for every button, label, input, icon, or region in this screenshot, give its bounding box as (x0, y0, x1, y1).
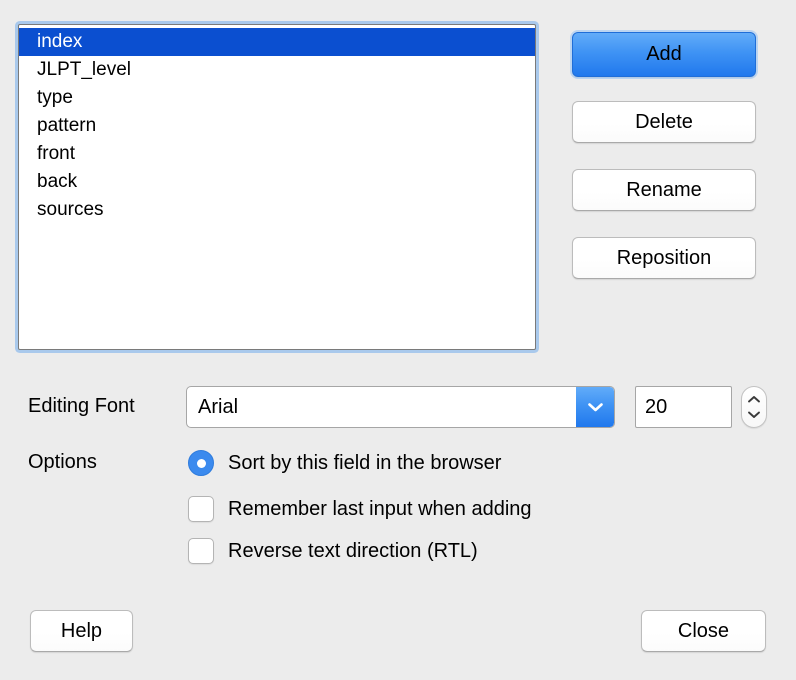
option-sort-by-field[interactable]: Sort by this field in the browser (188, 450, 501, 476)
checkbox-remember-last-input[interactable] (188, 496, 214, 522)
list-item[interactable]: JLPT_level (19, 56, 535, 84)
field-list[interactable]: index JLPT_level type pattern front back… (18, 24, 536, 350)
close-button[interactable]: Close (641, 610, 766, 652)
font-size-stepper[interactable] (741, 386, 767, 428)
list-item[interactable]: back (19, 168, 535, 196)
options-label: Options (28, 451, 97, 473)
chevron-down-icon[interactable] (576, 387, 614, 427)
option-label: Sort by this field in the browser (228, 451, 502, 474)
list-item[interactable]: pattern (19, 112, 535, 140)
delete-button[interactable]: Delete (572, 101, 756, 143)
list-item[interactable]: front (19, 140, 535, 168)
add-button[interactable]: Add (572, 32, 756, 77)
font-size-value: 20 (645, 395, 668, 418)
chevron-down-icon (748, 411, 760, 418)
radio-sort-by-field[interactable] (188, 450, 214, 476)
help-button[interactable]: Help (30, 610, 133, 652)
option-remember-last-input[interactable]: Remember last input when adding (188, 496, 532, 522)
option-label: Reverse text direction (RTL) (228, 539, 478, 562)
font-size-field[interactable]: 20 (635, 386, 732, 428)
chevron-up-icon (748, 396, 760, 403)
font-family-value: Arial (198, 395, 239, 418)
option-label: Remember last input when adding (228, 497, 532, 520)
checkbox-reverse-text-direction[interactable] (188, 538, 214, 564)
field-list-items: index JLPT_level type pattern front back… (19, 25, 535, 224)
radio-dot (196, 458, 206, 468)
list-item[interactable]: sources (19, 196, 535, 224)
rename-button[interactable]: Rename (572, 169, 756, 211)
list-item[interactable]: type (19, 84, 535, 112)
option-reverse-text-direction[interactable]: Reverse text direction (RTL) (188, 538, 478, 564)
editing-font-label: Editing Font (28, 395, 135, 417)
reposition-button[interactable]: Reposition (572, 237, 756, 279)
fields-dialog: index JLPT_level type pattern front back… (0, 0, 796, 680)
list-item[interactable]: index (19, 28, 535, 56)
font-family-combobox[interactable]: Arial (186, 386, 615, 428)
